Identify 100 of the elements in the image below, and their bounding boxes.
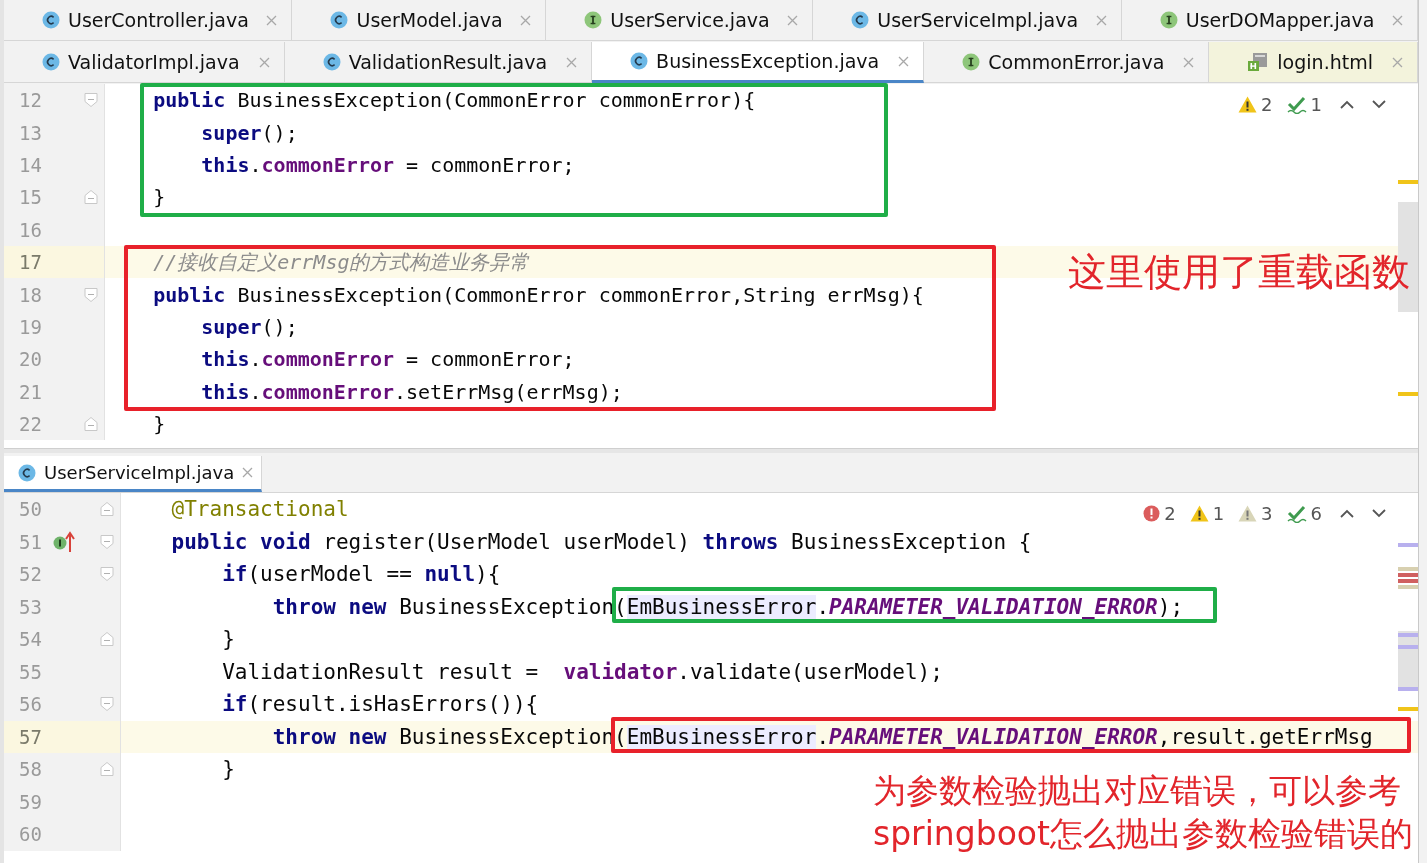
editor-tab[interactable]: UserServiceImpl.java: [4, 456, 263, 492]
line-number: 52: [18, 563, 42, 586]
code-line: public BusinessException(CommonError commonError){: [152, 88, 756, 113]
close-icon[interactable]: [566, 56, 578, 68]
close-icon[interactable]: [258, 56, 270, 68]
inspection-count: 1: [1310, 94, 1322, 115]
line-number: 54: [18, 628, 42, 651]
line-number: 58: [18, 758, 42, 781]
class-icon: [42, 53, 60, 71]
error-icon: [1143, 505, 1161, 522]
weak-warning-icon: [1238, 505, 1258, 522]
editor-tab[interactable]: ValidationResult.java: [284, 42, 593, 83]
line-number: 60: [18, 823, 42, 846]
class-icon: [42, 11, 60, 29]
fold-marker-icon[interactable]: [100, 501, 114, 517]
editor-tab[interactable]: UserController.java: [4, 0, 293, 41]
interface-icon: [1159, 11, 1178, 29]
code-line: @Transactional: [170, 497, 349, 522]
code-line: this.commonError.setErrMsg(errMsg);: [200, 379, 623, 404]
close-icon[interactable]: [1095, 14, 1107, 26]
close-icon[interactable]: [242, 467, 254, 478]
code-line: public BusinessException(CommonError commonError,String errMsg){: [152, 282, 924, 307]
typo-check-icon: [1286, 504, 1307, 523]
code-line: }: [152, 185, 166, 210]
inspection-count: 6: [1310, 503, 1322, 524]
line-number: 14: [18, 153, 42, 176]
fold-marker-icon[interactable]: [84, 416, 98, 432]
code-line: this.commonError = commonError;: [200, 152, 575, 177]
typo-check-icon: [1286, 95, 1307, 114]
close-icon[interactable]: [1392, 56, 1403, 68]
line-number: 51: [18, 530, 42, 553]
code-line: super();: [200, 314, 298, 339]
interface-icon: [962, 53, 981, 71]
fold-marker-icon[interactable]: [84, 287, 98, 303]
class-icon: [630, 52, 649, 70]
editor-tab[interactable]: CommonError.java: [924, 42, 1210, 83]
editor-tab[interactable]: BusinessException.java: [592, 42, 925, 83]
line-number: 56: [18, 693, 42, 716]
chevron-up-icon[interactable]: [1340, 100, 1354, 109]
implements-marker-icon[interactable]: [52, 530, 76, 553]
code-line: this.commonError = commonError;: [200, 347, 575, 372]
inspection-count: 1: [1212, 503, 1225, 524]
fold-marker-icon[interactable]: [100, 696, 114, 712]
annotation-note: 这里使用了重载函数: [1068, 249, 1410, 296]
class-icon: [330, 11, 349, 29]
line-number: 20: [18, 348, 42, 371]
class-icon: [851, 11, 870, 29]
code-line: }: [221, 627, 235, 652]
chevron-down-icon[interactable]: [1372, 509, 1386, 518]
code-line: }: [152, 412, 166, 437]
editor-tab[interactable]: login.html: [1209, 42, 1418, 83]
line-number: 12: [18, 89, 42, 112]
line-number: 57: [18, 725, 42, 748]
close-icon[interactable]: [787, 14, 799, 26]
editor-tab[interactable]: UserServiceImpl.java: [813, 0, 1122, 41]
line-number: 13: [18, 121, 42, 144]
line-number: 22: [18, 413, 42, 436]
fold-marker-icon[interactable]: [84, 92, 98, 108]
line-number: 16: [18, 218, 42, 241]
line-number: 15: [18, 186, 42, 209]
close-icon[interactable]: [1392, 14, 1403, 26]
close-icon[interactable]: [1183, 56, 1195, 68]
interface-icon: [584, 11, 603, 29]
warning-icon: [1238, 96, 1258, 113]
editor-tab[interactable]: UserDOMapper.java: [1121, 0, 1418, 41]
inspection-count: 2: [1164, 503, 1176, 524]
close-icon[interactable]: [520, 14, 532, 26]
code-line: if(result.isHasErrors()){: [221, 692, 539, 717]
line-number: 50: [18, 498, 42, 521]
inspection-count: 3: [1261, 503, 1273, 524]
code-line: ValidationResult result = validator.validate(userModel);: [221, 659, 943, 684]
line-number: 18: [18, 283, 42, 306]
editor-tab[interactable]: UserModel.java: [292, 0, 547, 41]
fold-marker-icon[interactable]: [100, 566, 114, 582]
line-number: 55: [18, 660, 42, 683]
code-line: public void register(UserModel userModel) throws BusinessException {: [170, 529, 1032, 554]
class-icon: [18, 463, 36, 482]
close-icon[interactable]: [898, 55, 910, 67]
line-number: 21: [18, 380, 42, 403]
code-line: //接收自定义errMsg的方式构造业务异常: [152, 248, 530, 276]
annotation-note: 为参数检验抛出对应错误，可以参考 springboot怎么抛出参数检验错误的: [873, 770, 1413, 855]
chevron-up-icon[interactable]: [1340, 509, 1354, 518]
fold-marker-icon[interactable]: [100, 534, 114, 550]
fold-marker-icon[interactable]: [100, 631, 114, 647]
line-number: 59: [18, 790, 42, 813]
close-icon[interactable]: [266, 14, 278, 26]
html-file-icon: [1247, 52, 1270, 72]
editor-tab[interactable]: ValidatorImpl.java: [4, 42, 285, 83]
code-line: }: [221, 757, 235, 782]
code-line: if(userModel == null){: [221, 562, 501, 587]
fold-marker-icon[interactable]: [84, 189, 98, 205]
line-number: 53: [18, 595, 42, 618]
line-number: 19: [18, 315, 42, 338]
line-number: 17: [18, 251, 42, 274]
inspection-count: 2: [1261, 94, 1273, 115]
warning-icon: [1189, 505, 1209, 522]
chevron-down-icon[interactable]: [1372, 100, 1386, 109]
editor-tab[interactable]: UserService.java: [546, 0, 814, 41]
class-icon: [322, 53, 341, 71]
fold-marker-icon[interactable]: [100, 761, 114, 777]
